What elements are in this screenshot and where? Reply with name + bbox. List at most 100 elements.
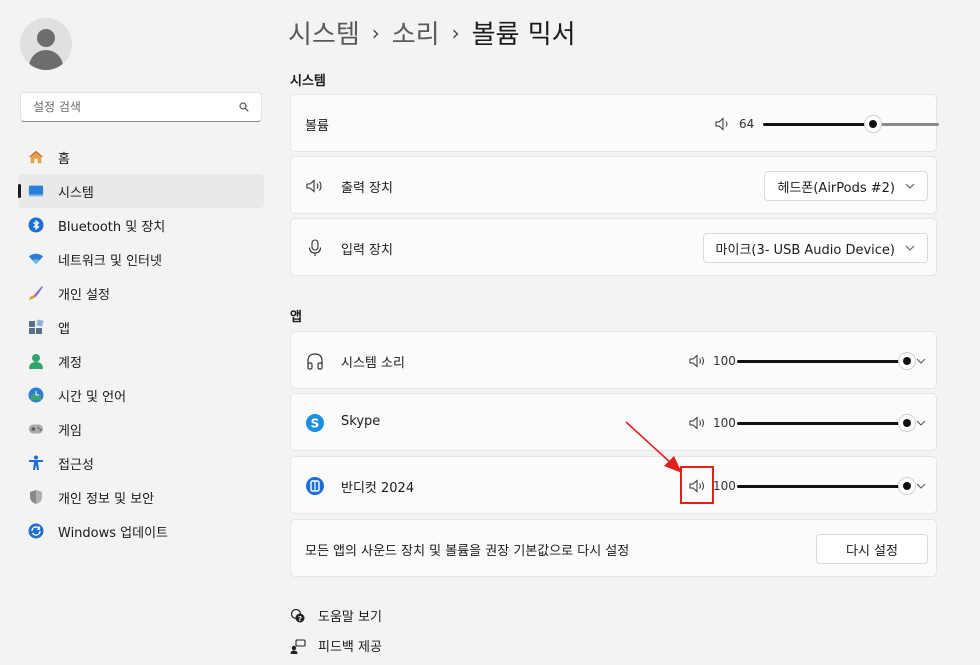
output-device-label: 출력 장치 [341,181,393,196]
annotation-arrow [625,421,682,473]
account-icon [28,353,44,369]
shield-icon [28,489,44,505]
app-volume-slider[interactable] [737,351,915,371]
speaker-icon[interactable] [715,117,733,131]
volume-slider[interactable] [763,114,939,134]
feedback-link-label: 피드백 제공 [318,640,382,655]
app-card-system-sounds[interactable]: 시스템 소리 100 [290,331,937,389]
sidebar-item-network[interactable]: 네트워크 및 인터넷 [18,242,264,276]
svg-text:S: S [311,417,320,431]
slider-thumb[interactable] [899,415,915,431]
sidebar-item-windows-update[interactable]: Windows 업데이트 [18,514,264,548]
app-card-skype[interactable]: S Skype 100 [290,393,937,451]
reset-description: 모든 앱의 사운드 장치 및 볼륨을 권장 기본값으로 다시 설정 [305,544,630,559]
help-link-label: 도움말 보기 [318,610,382,625]
feedback-link[interactable]: 피드백 제공 [290,636,382,655]
bluetooth-icon [28,217,44,233]
sidebar-item-label: 시간 및 언어 [58,389,127,405]
speaker-icon[interactable] [689,416,707,430]
search-box[interactable] [20,92,262,122]
volume-label: 볼륨 [305,119,329,134]
sidebar-item-time-language[interactable]: 시간 및 언어 [18,378,264,412]
headphones-icon [307,353,323,370]
sidebar-item-privacy[interactable]: 개인 정보 및 보안 [18,480,264,514]
skype-icon: S [306,414,324,432]
app-volume-value: 100 [713,354,736,368]
slider-thumb[interactable] [865,116,881,132]
section-title-apps: 앱 [290,310,302,325]
sidebar-item-label: 개인 정보 및 보안 [58,491,155,507]
sidebar-item-label: 네트워크 및 인터넷 [58,253,162,269]
input-device-dropdown[interactable]: 마이크(3- USB Audio Device) [702,233,928,263]
search-input[interactable] [31,99,235,115]
gaming-icon [28,421,44,437]
sidebar-item-label: Bluetooth 및 장치 [58,219,166,235]
slider-track [873,123,939,126]
accessibility-icon [28,455,44,471]
chevron-down-icon[interactable] [916,420,926,426]
help-icon: ? [290,608,305,623]
apps-icon [28,319,44,335]
reset-button[interactable]: 다시 설정 [816,534,928,564]
output-device-dropdown[interactable]: 헤드폰(AirPods #2) [764,171,928,201]
sidebar-item-gaming[interactable]: 게임 [18,412,264,446]
app-card-bandicut[interactable]: 반디컷 2024 100 [290,456,937,514]
volume-card: 볼륨 64 [290,94,939,152]
sidebar-item-bluetooth[interactable]: Bluetooth 및 장치 [18,208,264,242]
app-name: Skype [341,414,381,429]
app-name: 시스템 소리 [341,356,405,371]
master-volume: 64 [715,114,939,134]
app-volume: 100 [689,413,915,433]
network-icon [28,251,44,267]
update-icon [28,523,44,539]
sidebar-item-label: 접근성 [58,457,94,473]
slider-fill [763,123,873,126]
chevron-down-icon [905,183,915,189]
sidebar-nav: 홈 시스템 Bluetooth 및 장치 네트워크 및 인터넷 개인 설정 앱 … [18,140,264,548]
app-volume-slider[interactable] [737,476,915,496]
chevron-down-icon[interactable] [916,483,926,489]
output-device-value: 헤드폰(AirPods #2) [777,180,895,196]
help-link[interactable]: ? 도움말 보기 [290,606,382,625]
slider-fill [737,422,907,425]
sidebar-item-label: Windows 업데이트 [58,525,169,541]
search-icon [239,102,249,112]
app-volume-slider[interactable] [737,413,915,433]
time-language-icon [28,387,44,403]
output-device-card: 출력 장치 헤드폰(AirPods #2) [290,156,937,214]
system-icon [28,183,44,199]
sidebar-item-personalization[interactable]: 개인 설정 [18,276,264,310]
sidebar-item-label: 계정 [58,355,82,371]
microphone-icon [308,239,322,256]
slider-fill [737,360,907,363]
reset-card: 모든 앱의 사운드 장치 및 볼륨을 권장 기본값으로 다시 설정 다시 설정 [290,519,937,577]
breadcrumb-system[interactable]: 시스템 [288,14,360,51]
bandicut-icon [306,477,324,495]
sidebar-item-accounts[interactable]: 계정 [18,344,264,378]
breadcrumb-sound[interactable]: 소리 [392,14,440,51]
brush-icon [28,285,44,301]
speaker-icon[interactable] [689,354,707,368]
sidebar-item-accessibility[interactable]: 접근성 [18,446,264,480]
sidebar-item-home[interactable]: 홈 [18,140,264,174]
sidebar-item-apps[interactable]: 앱 [18,310,264,344]
breadcrumb-separator: › [451,20,460,45]
feedback-icon [290,638,306,654]
app-volume: 100 [689,476,915,496]
slider-thumb[interactable] [899,353,915,369]
sidebar-item-label: 시스템 [58,185,94,201]
app-name: 반디컷 2024 [341,481,415,496]
input-device-value: 마이크(3- USB Audio Device) [715,242,895,258]
slider-thumb[interactable] [899,478,915,494]
sidebar-item-label: 앱 [58,321,70,337]
avatar[interactable] [20,18,72,70]
app-volume: 100 [689,351,915,371]
svg-text:?: ? [298,615,302,623]
chevron-down-icon [905,245,915,251]
section-title-system: 시스템 [290,74,326,89]
chevron-down-icon[interactable] [916,358,926,364]
sidebar-item-system[interactable]: 시스템 [18,174,264,208]
input-device-label: 입력 장치 [341,243,393,258]
sidebar-item-label: 홈 [58,151,70,167]
avatar-body [29,50,63,70]
